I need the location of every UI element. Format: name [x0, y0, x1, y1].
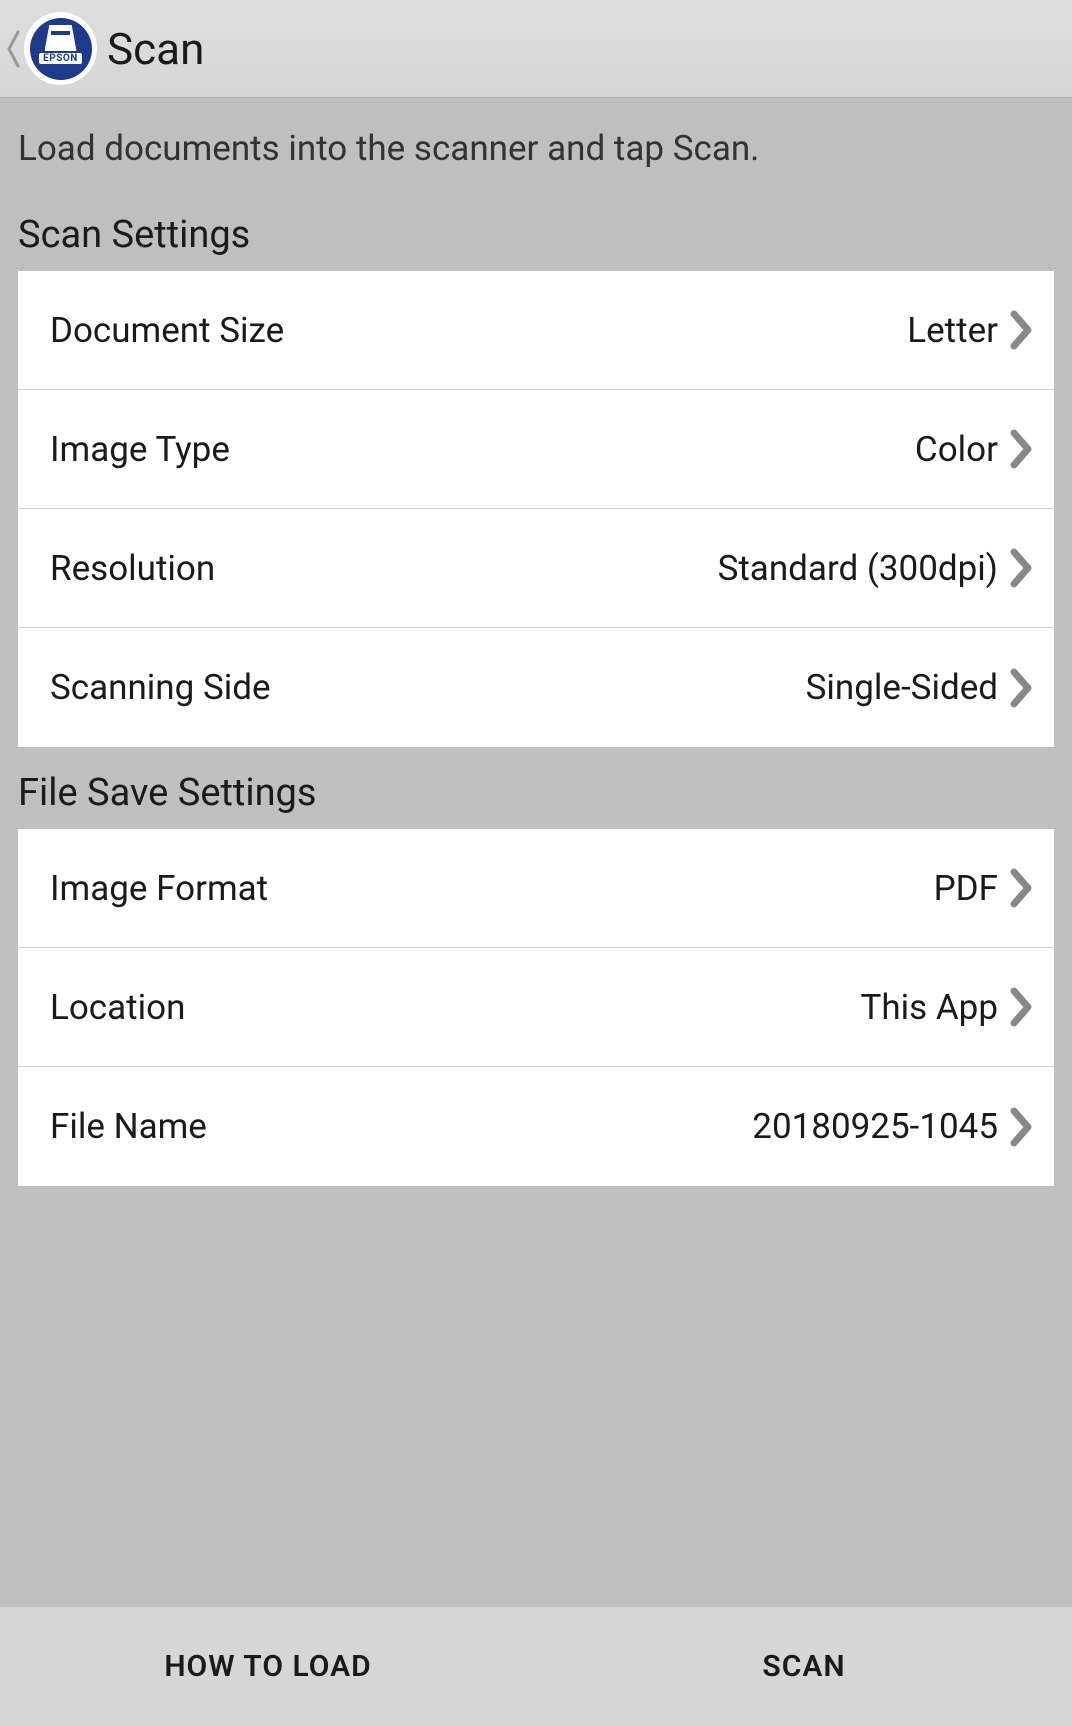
chevron-right-icon [1006, 1107, 1036, 1147]
setting-image-format[interactable]: Image Format PDF [18, 829, 1054, 948]
chevron-left-icon [6, 30, 20, 68]
scan-settings-title: Scan Settings [18, 189, 1054, 271]
app-header: EPSON Scan [0, 0, 1072, 98]
how-to-load-button[interactable]: HOW TO LOAD [0, 1607, 536, 1726]
page-title: Scan [107, 23, 204, 75]
setting-file-name[interactable]: File Name 20180925-1045 [18, 1067, 1054, 1186]
setting-resolution[interactable]: Resolution Standard (300dpi) [18, 509, 1054, 628]
setting-value: Letter [907, 310, 998, 351]
setting-value: Color [915, 429, 998, 470]
setting-value: 20180925-1045 [752, 1106, 998, 1147]
epson-logo: EPSON [24, 12, 97, 85]
chevron-right-icon [1006, 548, 1036, 588]
setting-value: This App [860, 987, 998, 1028]
setting-scanning-side[interactable]: Scanning Side Single-Sided [18, 628, 1054, 747]
main-content: Load documents into the scanner and tap … [0, 98, 1072, 1186]
file-save-settings-group: Image Format PDF Location This App File … [18, 829, 1054, 1186]
setting-label: File Name [50, 1106, 207, 1147]
file-save-settings-title: File Save Settings [18, 747, 1054, 829]
chevron-right-icon [1006, 310, 1036, 350]
setting-value: Standard (300dpi) [718, 548, 998, 589]
setting-value: PDF [934, 868, 998, 909]
chevron-right-icon [1006, 868, 1036, 908]
setting-label: Location [50, 987, 185, 1028]
instruction-text: Load documents into the scanner and tap … [18, 98, 1054, 189]
setting-image-type[interactable]: Image Type Color [18, 390, 1054, 509]
setting-location[interactable]: Location This App [18, 948, 1054, 1067]
chevron-right-icon [1006, 668, 1036, 708]
footer-toolbar: HOW TO LOAD SCAN [0, 1606, 1072, 1726]
scan-settings-group: Document Size Letter Image Type Color Re… [18, 271, 1054, 747]
setting-label: Image Type [50, 429, 230, 470]
setting-label: Resolution [50, 548, 215, 589]
setting-label: Document Size [50, 310, 284, 351]
setting-label: Image Format [50, 868, 268, 909]
back-button[interactable] [2, 29, 24, 69]
setting-label: Scanning Side [50, 667, 271, 708]
setting-document-size[interactable]: Document Size Letter [18, 271, 1054, 390]
chevron-right-icon [1006, 987, 1036, 1027]
chevron-right-icon [1006, 429, 1036, 469]
logo-brand-text: EPSON [39, 53, 82, 64]
setting-value: Single-Sided [806, 667, 998, 708]
scan-button[interactable]: SCAN [536, 1607, 1072, 1726]
